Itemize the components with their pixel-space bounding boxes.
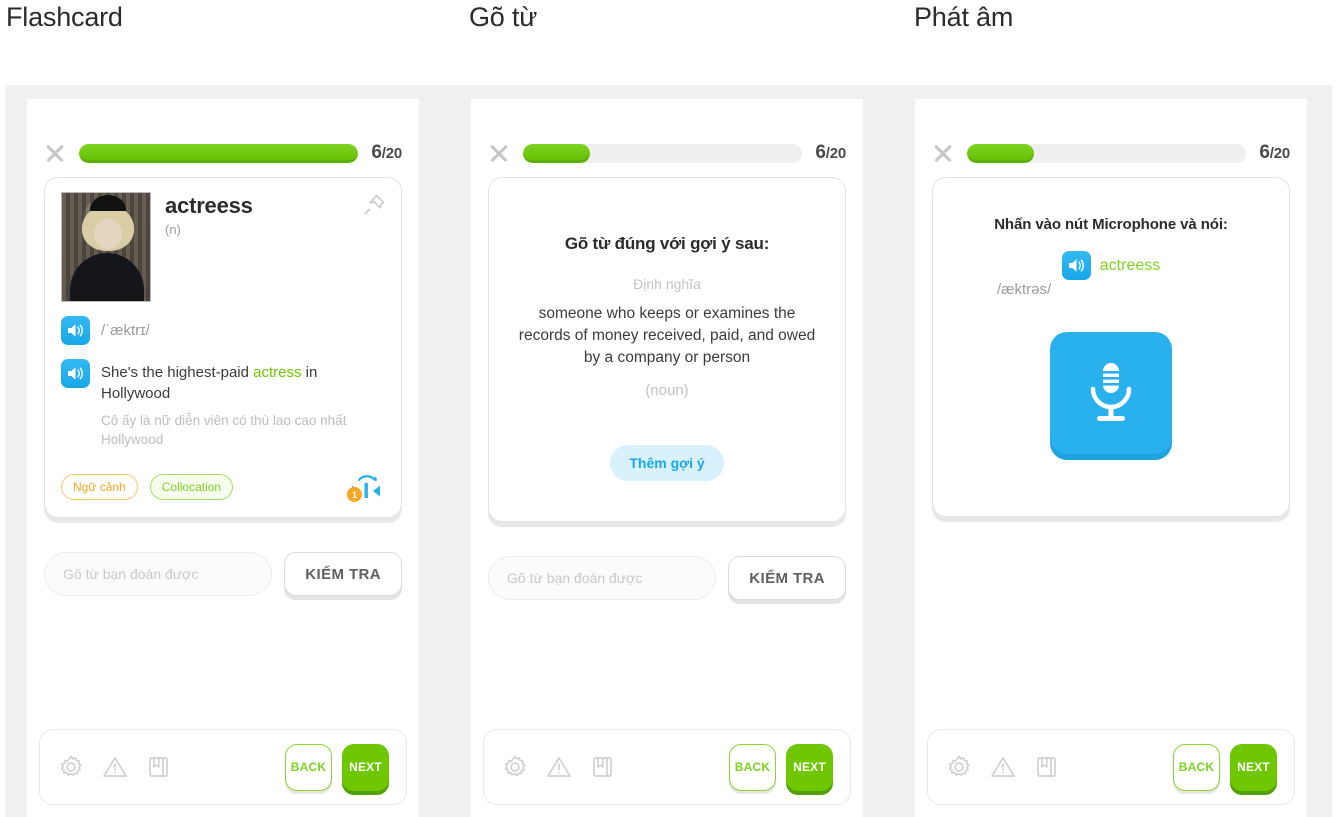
back-button[interactable]: BACK <box>729 743 776 791</box>
progress-bar <box>967 143 1247 163</box>
warning-triangle-icon[interactable] <box>101 753 129 781</box>
progress-bar-fill <box>523 143 591 163</box>
flashcard-card: actreess (n) /ˈæktrɪ/ She's the highest-… <box>44 177 402 518</box>
progress-current: 6 <box>815 142 826 163</box>
bookmark-book-icon[interactable] <box>589 753 617 781</box>
bookmark-book-icon[interactable] <box>145 753 173 781</box>
flip-badge: 1 <box>347 487 362 502</box>
progress-bar-fill <box>967 143 1035 163</box>
progress-total: 20 <box>385 145 403 162</box>
progress-current: 6 <box>371 142 382 163</box>
word-image <box>61 192 151 302</box>
pronunciation-title: Nhấn vào nút Microphone và nói: <box>994 216 1228 233</box>
progress-counter: 6/20 <box>371 142 402 164</box>
bottom-toolbar: BACK NEXT <box>927 729 1295 805</box>
progress-counter: 6/20 <box>815 142 846 164</box>
panel-pronunciation: 6/20 Nhấn vào nút Microphone và nói: act… <box>915 99 1307 817</box>
typing-title: Gõ từ đúng với gợi ý sau: <box>564 234 770 253</box>
answer-input[interactable] <box>488 556 717 600</box>
definition-part-of-speech: (noun) <box>645 382 689 399</box>
nav-group: BACK NEXT <box>285 743 389 791</box>
panels-stage: 6/20 actreess (n) /ˈæktrɪ/ She's the hig… <box>5 85 1332 817</box>
progress-bar <box>79 143 359 163</box>
back-button[interactable]: BACK <box>285 743 332 791</box>
pronunciation-word: actreess <box>1099 256 1161 274</box>
progress-total: 20 <box>1273 145 1291 162</box>
answer-row: KIỂM TRA <box>488 556 846 600</box>
nav-group: BACK NEXT <box>729 743 833 791</box>
panel-header: 6/20 <box>915 99 1307 177</box>
speaker-icon[interactable] <box>61 359 90 388</box>
back-button[interactable]: BACK <box>1173 743 1220 791</box>
next-button[interactable]: NEXT <box>1230 743 1277 791</box>
sentence-before: She's the highest-paid <box>101 364 254 381</box>
tag-context[interactable]: Ngữ cảnh <box>61 474 138 500</box>
gear-icon[interactable] <box>57 753 85 781</box>
flashcard-header: actreess (n) <box>61 192 385 302</box>
pronunciation-card: Nhấn vào nút Microphone và nói: actreess… <box>932 177 1290 517</box>
word-row: actreess <box>957 251 1265 280</box>
bottom-toolbar: BACK NEXT <box>483 729 851 805</box>
progress-total: 20 <box>829 145 847 162</box>
close-icon[interactable] <box>44 142 66 164</box>
pronunciation-ipa: /æktrəs/ <box>997 281 1052 298</box>
more-hint-button[interactable]: Thêm gợi ý <box>610 445 724 481</box>
typing-card: Gõ từ đúng với gợi ý sau: Định nghĩa som… <box>488 177 846 522</box>
example-sentence: She's the highest-paid actress in Hollyw… <box>101 359 385 404</box>
check-button[interactable]: KIỂM TRA <box>728 556 846 600</box>
warning-triangle-icon[interactable] <box>545 753 573 781</box>
gear-icon[interactable] <box>945 753 973 781</box>
warning-triangle-icon[interactable] <box>989 753 1017 781</box>
ipa-text: /ˈæktrɪ/ <box>101 322 150 339</box>
close-icon[interactable] <box>488 142 510 164</box>
bookmark-book-icon[interactable] <box>1033 753 1061 781</box>
panel-header: 6/20 <box>471 99 863 177</box>
headword: actreess <box>165 193 253 218</box>
gear-icon[interactable] <box>501 753 529 781</box>
progress-bar <box>523 143 803 163</box>
sentence-highlight: actress <box>253 364 302 381</box>
speaker-icon[interactable] <box>61 316 90 345</box>
flip-cards-icon[interactable]: 1 <box>347 471 385 503</box>
section-title-typing: Gõ từ <box>469 2 538 32</box>
next-button[interactable]: NEXT <box>342 743 389 791</box>
progress-current: 6 <box>1259 142 1270 163</box>
speaker-icon[interactable] <box>1061 251 1091 280</box>
panel-header: 6/20 <box>27 99 419 177</box>
check-button[interactable]: KIỂM TRA <box>284 552 402 596</box>
example-row: She's the highest-paid actress in Hollyw… <box>61 359 385 404</box>
bottom-toolbar: BACK NEXT <box>39 729 407 805</box>
microphone-button[interactable] <box>1050 332 1172 454</box>
definition-text: someone who keeps or examines the record… <box>518 305 816 366</box>
app-root: Flashcard Gõ từ Phát âm 6/20 actreess (n… <box>0 0 1337 817</box>
part-of-speech: (n) <box>165 222 181 237</box>
microphone-icon <box>1090 363 1132 421</box>
nav-group: BACK NEXT <box>1173 743 1277 791</box>
progress-bar-fill <box>79 143 359 163</box>
close-icon[interactable] <box>932 142 954 164</box>
tag-row: Ngữ cảnh Collocation 1 <box>61 471 385 503</box>
headword-block: actreess (n) <box>165 192 253 237</box>
ipa-row: /ˈæktrɪ/ <box>61 316 385 345</box>
section-title-pronunciation: Phát âm <box>914 2 1014 32</box>
pin-icon[interactable] <box>361 192 387 218</box>
progress-counter: 6/20 <box>1259 142 1290 164</box>
panel-typing: 6/20 Gõ từ đúng với gợi ý sau: Định nghĩ… <box>471 99 863 817</box>
answer-row: KIỂM TRA <box>44 552 402 596</box>
hint-label: Định nghĩa <box>633 276 701 292</box>
example-translation: Cô ấy là nữ diễn viên có thù lao cao nhấ… <box>101 413 347 447</box>
answer-input[interactable] <box>44 552 273 596</box>
tag-collocation[interactable]: Collocation <box>149 474 234 500</box>
panel-flashcard: 6/20 actreess (n) /ˈæktrɪ/ She's the hig… <box>27 99 419 817</box>
section-title-flashcard: Flashcard <box>6 2 123 32</box>
next-button[interactable]: NEXT <box>786 743 833 791</box>
